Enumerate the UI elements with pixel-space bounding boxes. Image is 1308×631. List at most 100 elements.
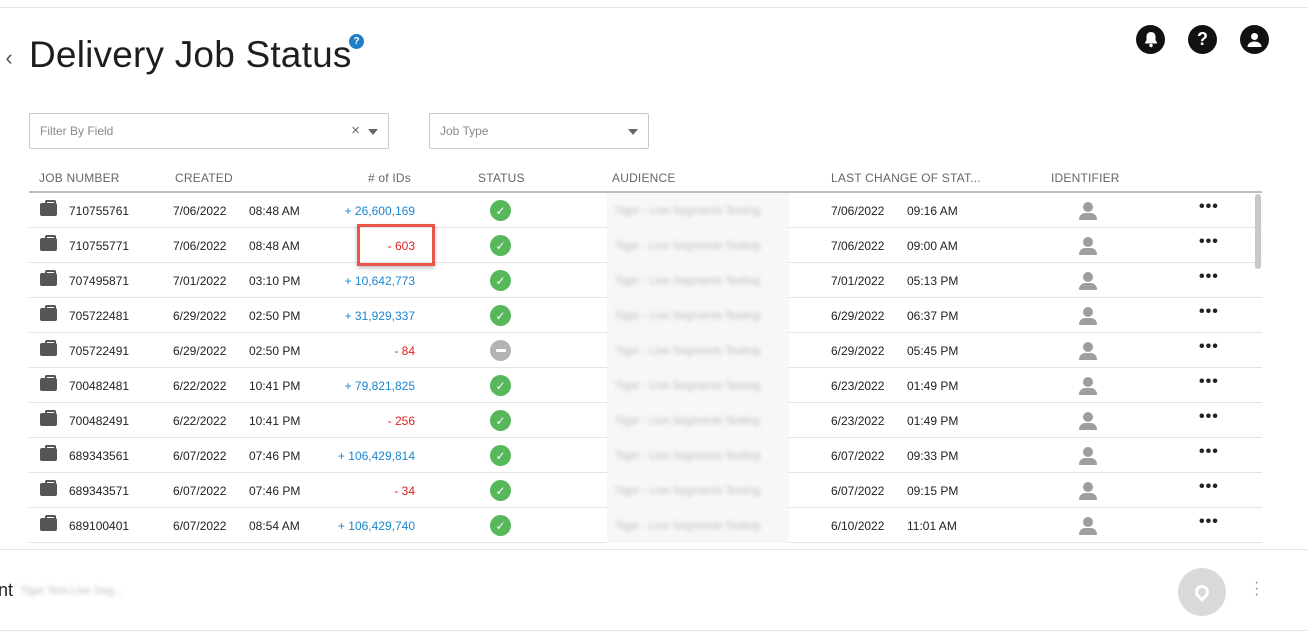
- check-circle-icon: ✓: [490, 235, 511, 256]
- person-icon[interactable]: [1078, 237, 1098, 255]
- created-date: 6/07/2022: [173, 484, 227, 498]
- person-icon[interactable]: [1078, 412, 1098, 430]
- row-menu-icon[interactable]: •••: [1199, 303, 1219, 321]
- last-change-date: 6/29/2022: [831, 344, 885, 358]
- col-last-change[interactable]: LAST CHANGE OF STAT...: [831, 171, 981, 185]
- job-number[interactable]: 700482481: [69, 379, 129, 393]
- person-icon[interactable]: [1078, 447, 1098, 465]
- last-change-time: 01:49 PM: [907, 379, 959, 393]
- created-time: 10:41 PM: [249, 379, 301, 393]
- job-number[interactable]: 700482491: [69, 414, 129, 428]
- chevron-down-icon[interactable]: [368, 129, 378, 135]
- last-change-time: 09:00 AM: [907, 239, 958, 253]
- audience-cell: Tiger - Live Segments Testing: [607, 193, 789, 228]
- person-icon-body: [1079, 318, 1097, 325]
- audience-name: Tiger - Live Segments Testing: [615, 344, 760, 357]
- check-circle-icon: ✓: [490, 305, 511, 326]
- briefcase-icon: [40, 340, 57, 356]
- job-number[interactable]: 689100401: [69, 519, 129, 533]
- person-icon-head: [1083, 237, 1093, 247]
- table-row[interactable]: 689343561 6/07/2022 07:46 PM + 106,429,814 ✓…: [29, 438, 1262, 473]
- person-icon[interactable]: [1078, 342, 1098, 360]
- job-number[interactable]: 710755771: [69, 239, 129, 253]
- map-pin-icon[interactable]: [1178, 568, 1226, 616]
- check-circle-icon: ✓: [490, 270, 511, 291]
- audience-name: Tiger - Live Segments Testing: [615, 274, 760, 287]
- person-icon[interactable]: [1078, 482, 1098, 500]
- job-number[interactable]: 710755761: [69, 204, 129, 218]
- person-icon[interactable]: [1078, 377, 1098, 395]
- check-circle-icon: ✓: [490, 515, 511, 536]
- job-number[interactable]: 689343561: [69, 449, 129, 463]
- audience-name: Tiger - Live Segments Testing: [615, 379, 760, 392]
- last-change-time: 09:16 AM: [907, 204, 958, 218]
- ids-count: - 84: [394, 344, 415, 358]
- user-icon[interactable]: [1240, 25, 1269, 54]
- briefcase-icon: [40, 235, 57, 251]
- row-menu-icon[interactable]: •••: [1199, 233, 1219, 251]
- ids-count: - 603: [387, 239, 415, 253]
- col-job-number[interactable]: JOB NUMBER: [39, 171, 120, 185]
- job-number[interactable]: 705722481: [69, 309, 129, 323]
- chevron-down-icon[interactable]: [628, 129, 638, 135]
- job-number[interactable]: 689343571: [69, 484, 129, 498]
- table-row[interactable]: 689100401 6/07/2022 08:54 AM + 106,429,740 ✓…: [29, 508, 1262, 543]
- row-menu-icon[interactable]: •••: [1199, 268, 1219, 286]
- person-icon[interactable]: [1078, 202, 1098, 220]
- last-change-time: 01:49 PM: [907, 414, 959, 428]
- person-icon-head: [1083, 342, 1093, 352]
- filter-by-field-select[interactable]: Filter By Field ×: [29, 113, 389, 149]
- minus-circle-icon: [490, 340, 511, 361]
- person-icon[interactable]: [1078, 307, 1098, 325]
- col-identifier[interactable]: IDENTIFIER: [1051, 171, 1120, 185]
- last-change-date: 6/07/2022: [831, 449, 885, 463]
- table-row[interactable]: 705722481 6/29/2022 02:50 PM + 31,929,337 ✓ T…: [29, 298, 1262, 333]
- row-menu-icon[interactable]: •••: [1199, 338, 1219, 356]
- created-time: 10:41 PM: [249, 414, 301, 428]
- bottom-panel-blurred-text: Tiger Test Live Seg...: [20, 585, 123, 597]
- row-menu-icon[interactable]: •••: [1199, 408, 1219, 426]
- created-date: 6/22/2022: [173, 414, 227, 428]
- back-chevron-icon[interactable]: ‹: [2, 46, 16, 70]
- table-row[interactable]: 700482491 6/22/2022 10:41 PM - 256 ✓ Tiger - …: [29, 403, 1262, 438]
- person-icon[interactable]: [1078, 517, 1098, 535]
- check-circle-icon: ✓: [490, 445, 511, 466]
- row-menu-icon[interactable]: •••: [1199, 443, 1219, 461]
- kebab-icon[interactable]: · · ·: [1254, 575, 1259, 603]
- table-row[interactable]: 689343571 6/07/2022 07:46 PM - 34 ✓ Tiger - L…: [29, 473, 1262, 508]
- table-header: JOB NUMBER CREATED # of IDs STATUS AUDIE…: [29, 165, 1262, 193]
- bell-icon[interactable]: [1136, 25, 1165, 54]
- row-menu-icon[interactable]: •••: [1199, 373, 1219, 391]
- table-row[interactable]: 707495871 7/01/2022 03:10 PM + 10,642,773 ✓ T…: [29, 263, 1262, 298]
- last-change-date: 6/10/2022: [831, 519, 885, 533]
- briefcase-icon: [40, 270, 57, 286]
- table-row[interactable]: 705722491 6/29/2022 02:50 PM - 84 Tiger - Li…: [29, 333, 1262, 368]
- ids-count: - 256: [387, 414, 415, 428]
- row-menu-icon[interactable]: •••: [1199, 198, 1219, 216]
- help-icon[interactable]: ?: [1188, 25, 1217, 54]
- job-number[interactable]: 705722491: [69, 344, 129, 358]
- title-help-icon[interactable]: ?: [349, 34, 364, 49]
- table-scrollbar[interactable]: [1255, 194, 1261, 269]
- row-menu-icon[interactable]: •••: [1199, 478, 1219, 496]
- job-number[interactable]: 707495871: [69, 274, 129, 288]
- audience-cell: Tiger - Live Segments Testing: [607, 333, 789, 368]
- table-row[interactable]: 700482481 6/22/2022 10:41 PM + 79,821,825 ✓ T…: [29, 368, 1262, 403]
- col-audience[interactable]: AUDIENCE: [612, 171, 676, 185]
- job-type-select[interactable]: Job Type: [429, 113, 649, 149]
- person-icon[interactable]: [1078, 272, 1098, 290]
- clear-filter-icon[interactable]: ×: [351, 123, 360, 139]
- person-icon-head: [1083, 517, 1093, 527]
- audience-name: Tiger - Live Segments Testing: [615, 484, 760, 497]
- table-row[interactable]: 710755771 7/06/2022 08:48 AM - 603 ✓ Tiger - …: [29, 228, 1262, 263]
- col-status[interactable]: STATUS: [478, 171, 525, 185]
- audience-cell: Tiger - Live Segments Testing: [607, 508, 789, 543]
- check-circle-icon: ✓: [490, 480, 511, 501]
- user-icon-svg: [1247, 33, 1262, 47]
- last-change-time: 09:15 PM: [907, 484, 959, 498]
- col-created[interactable]: CREATED: [175, 171, 233, 185]
- col-ids[interactable]: # of IDs: [368, 171, 411, 185]
- table-row[interactable]: 710755761 7/06/2022 08:48 AM + 26,600,169 ✓ T…: [29, 193, 1262, 228]
- person-icon-head: [1083, 272, 1093, 282]
- row-menu-icon[interactable]: •••: [1199, 513, 1219, 531]
